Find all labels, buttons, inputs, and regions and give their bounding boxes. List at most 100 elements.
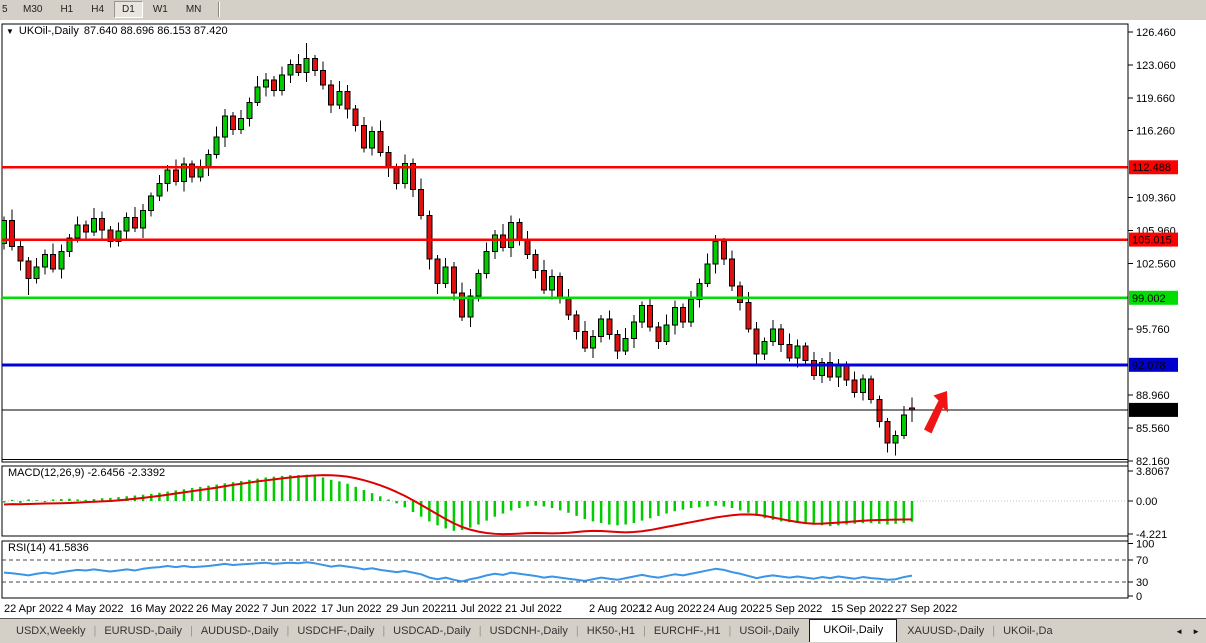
candle-down bbox=[525, 240, 530, 255]
candle-up bbox=[280, 75, 285, 90]
rsi-axis-label: 30 bbox=[1136, 577, 1148, 589]
candle-down bbox=[321, 70, 326, 85]
candle-up bbox=[484, 251, 489, 273]
date-label: 7 Jun 2022 bbox=[262, 603, 316, 615]
chart-tabbar: USDX,Weekly|EURUSD-,Daily|AUDUSD-,Daily|… bbox=[0, 618, 1206, 643]
candle-up bbox=[901, 415, 906, 435]
chevron-down-icon[interactable]: ▼ bbox=[6, 27, 14, 36]
candle-up bbox=[550, 277, 555, 291]
candle-down bbox=[329, 85, 334, 105]
candle-down bbox=[779, 329, 784, 344]
date-label: 29 Jun 2022 bbox=[386, 603, 447, 615]
candle-up bbox=[59, 251, 64, 268]
candle-up bbox=[304, 59, 309, 73]
rsi-axis-label: 0 bbox=[1136, 591, 1142, 603]
candle-down bbox=[558, 277, 563, 298]
timeframe-button-h1[interactable]: H1 bbox=[52, 1, 81, 18]
date-axis[interactable]: 22 Apr 20224 May 202216 May 202226 May 2… bbox=[4, 603, 957, 615]
price-axis-labels: 126.460123.060119.660116.260109.360105.9… bbox=[1128, 27, 1176, 468]
macd-name: MACD(12,26,9) bbox=[8, 467, 84, 479]
candle-up bbox=[509, 222, 514, 247]
candle-down bbox=[271, 80, 276, 91]
candle-up bbox=[141, 211, 146, 228]
timeframe-button-m30[interactable]: M30 bbox=[15, 1, 50, 18]
timeframe-button-w1[interactable]: W1 bbox=[145, 1, 176, 18]
date-label: 11 Jul 2022 bbox=[446, 603, 502, 615]
candle-down bbox=[345, 92, 350, 109]
chart-tab-hk50h1[interactable]: HK50-,H1 bbox=[577, 622, 645, 640]
candle-down bbox=[451, 267, 456, 293]
timeframe-button-h4[interactable]: H4 bbox=[83, 1, 112, 18]
chart-tab-usdcnhdaily[interactable]: USDCNH-,Daily bbox=[480, 622, 578, 640]
date-label: 15 Sep 2022 bbox=[831, 603, 893, 615]
candle-down bbox=[386, 153, 391, 168]
candle-up bbox=[34, 267, 39, 279]
chart-tab-xauusddaily[interactable]: XAUUSD-,Daily bbox=[897, 622, 994, 640]
chart-tab-ukoilda[interactable]: UKOil-,Da bbox=[993, 622, 1063, 640]
candle-down bbox=[419, 189, 424, 215]
main-pane-border bbox=[2, 24, 1128, 462]
timeframe-toolbar: 5M30H1H4D1W1MN bbox=[0, 0, 1206, 19]
chart-tab-usdchfdaily[interactable]: USDCHF-,Daily bbox=[287, 622, 384, 640]
macd-axis-labels: 3.80670.00-4.221 bbox=[1128, 466, 1170, 541]
candle-up bbox=[75, 225, 80, 238]
date-label: 5 Sep 2022 bbox=[766, 603, 822, 615]
candle-down bbox=[173, 170, 178, 182]
rsi-indicator-label: RSI(14) 41.5836 bbox=[8, 542, 89, 554]
candle-up bbox=[836, 366, 841, 378]
candle-down bbox=[10, 220, 15, 246]
candle-up bbox=[689, 300, 694, 322]
candle-up bbox=[42, 254, 47, 267]
chart-tab-ukoildaily[interactable]: UKOil-,Daily bbox=[809, 619, 897, 642]
up-arrow-annotation[interactable] bbox=[924, 391, 948, 434]
candle-up bbox=[672, 307, 677, 324]
candle-up bbox=[893, 435, 898, 443]
candle-down bbox=[656, 327, 661, 342]
chart-tab-usdcaddaily[interactable]: USDCAD-,Daily bbox=[383, 622, 481, 640]
tab-scroll-left-icon[interactable]: ◄ bbox=[1175, 627, 1183, 636]
chart-tab-eurusddaily[interactable]: EURUSD-,Daily bbox=[94, 622, 192, 640]
candle-up bbox=[222, 116, 227, 137]
date-label: 4 May 2022 bbox=[66, 603, 123, 615]
chart-tab-audusddaily[interactable]: AUDUSD-,Daily bbox=[191, 622, 289, 640]
chart-tab-usdxweekly[interactable]: USDX,Weekly bbox=[6, 622, 95, 640]
candle-up bbox=[664, 325, 669, 341]
candle-down bbox=[746, 303, 751, 329]
candle-up bbox=[631, 322, 636, 338]
candle-down bbox=[51, 254, 56, 269]
candle-down bbox=[566, 298, 571, 315]
rsi-pane[interactable] bbox=[2, 560, 1128, 582]
macd-axis-label: 3.8067 bbox=[1136, 466, 1170, 478]
chart-tab-usoildaily[interactable]: USOil-,Daily bbox=[729, 622, 809, 640]
price-tag-label: 92.078 bbox=[1132, 360, 1166, 372]
chart-area[interactable]: 126.460123.060119.660116.260109.360105.9… bbox=[0, 20, 1206, 618]
timeframe-button-5[interactable]: 5 bbox=[1, 1, 13, 18]
horizontal-lines[interactable]: 112.488105.01599.00292.07887.420 bbox=[2, 160, 1178, 459]
candle-down bbox=[541, 271, 546, 290]
candle-down bbox=[378, 131, 383, 152]
candle-up bbox=[247, 102, 252, 118]
macd-signal-line bbox=[4, 475, 912, 534]
candle-down bbox=[680, 307, 685, 322]
price-label: 119.660 bbox=[1136, 93, 1175, 105]
tab-scroll-right-icon[interactable]: ► bbox=[1192, 627, 1200, 636]
candle-down bbox=[353, 109, 358, 125]
price-label: 102.560 bbox=[1136, 258, 1176, 270]
candle-down bbox=[852, 380, 857, 393]
timeframe-button-d1[interactable]: D1 bbox=[114, 1, 143, 18]
candle-up bbox=[370, 131, 375, 147]
chart-canvas[interactable]: 126.460123.060119.660116.260109.360105.9… bbox=[0, 20, 1206, 643]
candle-down bbox=[803, 346, 808, 361]
candle-up bbox=[468, 296, 473, 317]
timeframe-button-mn[interactable]: MN bbox=[178, 1, 210, 18]
date-label: 12 Aug 2022 bbox=[640, 603, 702, 615]
chart-tab-eurchfh1[interactable]: EURCHF-,H1 bbox=[644, 622, 731, 640]
candlestick-series[interactable] bbox=[2, 43, 915, 455]
candle-up bbox=[623, 338, 628, 351]
price-tag-label: 99.002 bbox=[1132, 293, 1166, 305]
candle-up bbox=[214, 137, 219, 154]
price-label: 95.760 bbox=[1136, 324, 1170, 336]
candle-down bbox=[615, 335, 620, 351]
candle-up bbox=[239, 119, 244, 130]
macd-pane[interactable] bbox=[2, 475, 1128, 534]
